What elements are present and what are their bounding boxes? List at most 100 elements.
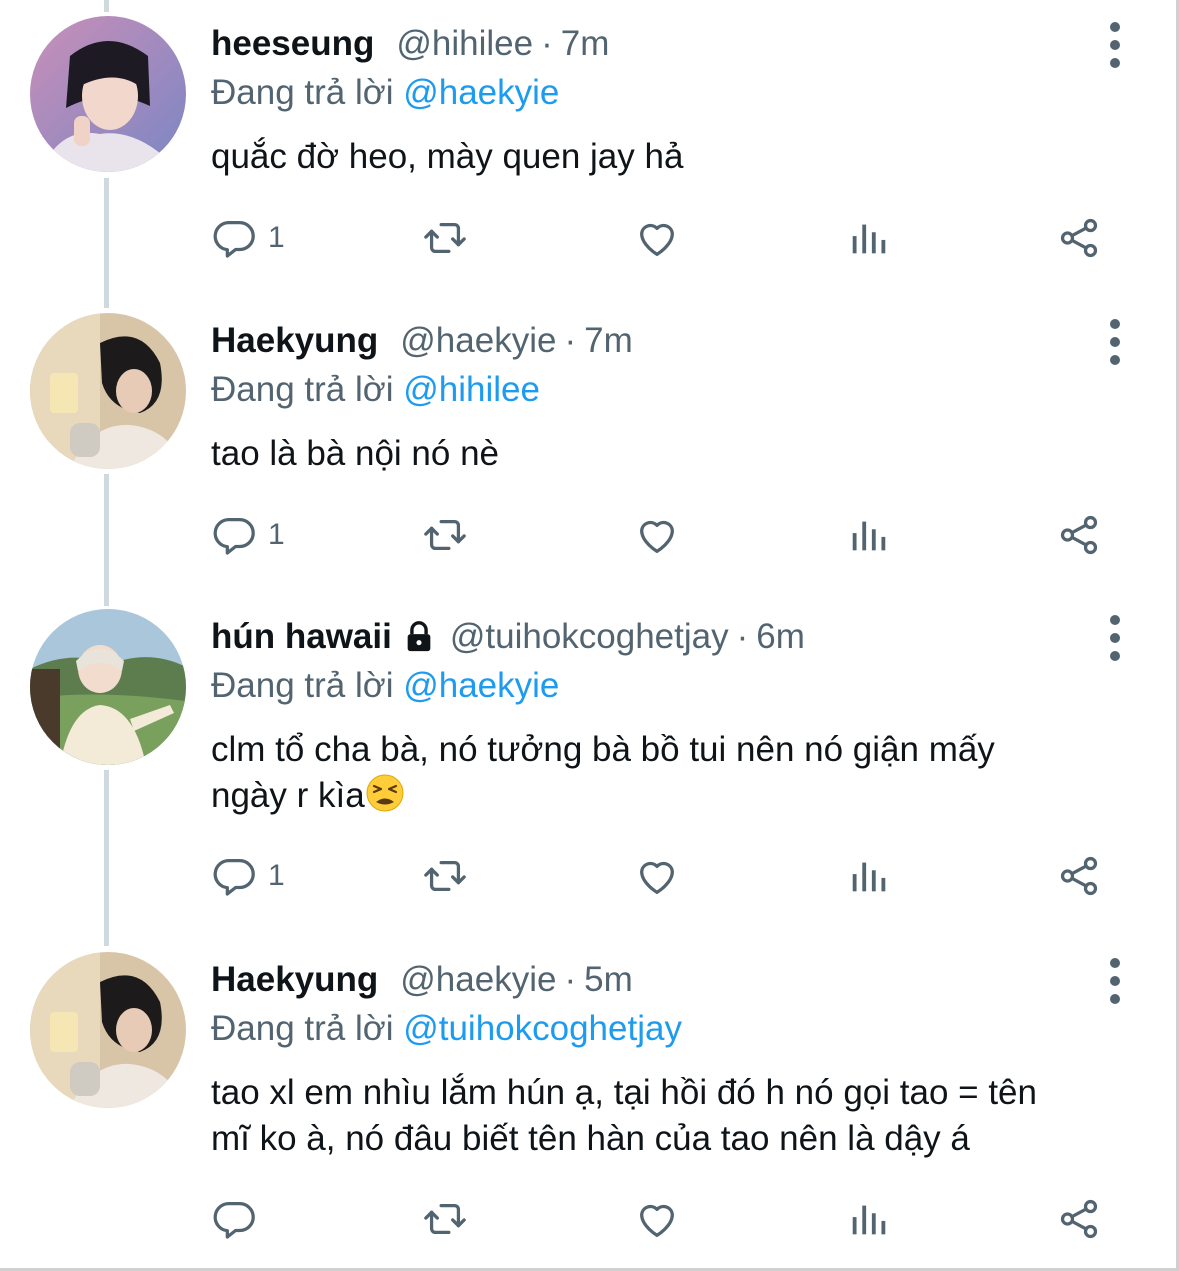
replying-to-label: Đang trả lời: [211, 370, 394, 409]
username[interactable]: @haekyie: [400, 960, 556, 1000]
tweet[interactable]: Haekyung @haekyie · 5m Đang trả lời @tui…: [0, 936, 1179, 1271]
tweet-actions: 1: [0, 846, 1179, 906]
views-icon: [846, 512, 892, 558]
timestamp[interactable]: 7m: [584, 321, 633, 361]
replying-to-label: Đang trả lời: [211, 73, 394, 112]
separator-dot: ·: [541, 24, 553, 63]
reply-icon: [212, 215, 258, 261]
like-icon: [634, 1196, 680, 1242]
more-icon[interactable]: [1100, 22, 1130, 68]
username[interactable]: @haekyie: [400, 321, 556, 361]
reply-icon: [212, 512, 258, 558]
timestamp[interactable]: 6m: [756, 617, 805, 657]
like-icon: [634, 215, 680, 261]
separator-dot: ·: [564, 321, 577, 360]
reply-icon: [212, 1196, 258, 1242]
avatar-haekyung[interactable]: [30, 952, 186, 1108]
views-button[interactable]: [846, 505, 892, 565]
separator-dot: ·: [564, 960, 577, 999]
reply-button[interactable]: 1: [212, 505, 285, 565]
mention-link[interactable]: @haekyie: [403, 666, 559, 705]
tweet-header: heeseung @hihilee · 7m: [211, 19, 609, 69]
tweet-text-line: clm tổ cha bà, nó tưởng bà bồ tui nên nó…: [211, 730, 995, 769]
tweet-actions: [0, 1189, 1179, 1249]
lock-icon: [407, 621, 431, 652]
share-button[interactable]: [1056, 846, 1102, 906]
reply-count: 1: [268, 221, 285, 254]
like-button[interactable]: [634, 846, 680, 906]
tweet-header: Haekyung @haekyie · 5m: [211, 955, 633, 1005]
retweet-button[interactable]: [422, 208, 468, 268]
reply-button[interactable]: [212, 1189, 268, 1249]
tweet-text-line: tao xl em nhìu lắm hún ạ, tại hồi đó h n…: [211, 1073, 1037, 1112]
tweet[interactable]: hún hawaii @tuihokcoghetjay · 6m Đang tr…: [0, 593, 1179, 938]
like-icon: [634, 512, 680, 558]
views-icon: [846, 853, 892, 899]
retweet-icon: [422, 215, 468, 261]
views-button[interactable]: [846, 208, 892, 268]
more-icon[interactable]: [1100, 319, 1130, 365]
reply-count: 1: [268, 518, 285, 551]
mention-link[interactable]: @haekyie: [403, 73, 559, 112]
like-button[interactable]: [634, 1189, 680, 1249]
tweet-text-line: mĩ ko à, nó đâu biết tên hàn của tao nên…: [211, 1119, 970, 1158]
tweet-header: hún hawaii @tuihokcoghetjay · 6m: [211, 612, 805, 662]
replying-to: Đang trả lời @tuihokcoghetjay: [211, 1009, 682, 1049]
share-button[interactable]: [1056, 208, 1102, 268]
tweet-header: Haekyung @haekyie · 7m: [211, 316, 633, 366]
tweet-text-fragment: ngày r kìa: [211, 776, 365, 815]
retweet-icon: [422, 853, 468, 899]
display-name[interactable]: Haekyung: [211, 321, 378, 361]
reply-button[interactable]: 1: [212, 208, 285, 268]
timestamp[interactable]: 5m: [584, 960, 633, 1000]
tweet-text-line: ngày r kìa: [211, 773, 1141, 819]
display-name[interactable]: heeseung: [211, 24, 374, 64]
reply-button[interactable]: 1: [212, 846, 285, 906]
views-icon: [846, 215, 892, 261]
share-button[interactable]: [1056, 1189, 1102, 1249]
views-icon: [846, 1196, 892, 1242]
share-icon: [1056, 853, 1102, 899]
reply-icon: [212, 853, 258, 899]
share-icon: [1056, 512, 1102, 558]
tweet[interactable]: Haekyung @haekyie · 7m Đang trả lời @hih…: [0, 297, 1179, 597]
avatar-haekyung[interactable]: [30, 313, 186, 469]
username[interactable]: @tuihokcoghetjay: [450, 617, 729, 657]
views-button[interactable]: [846, 846, 892, 906]
separator-dot: ·: [736, 617, 749, 656]
more-icon[interactable]: [1100, 615, 1130, 661]
share-icon: [1056, 215, 1102, 261]
tired-face-emoji: [366, 774, 404, 812]
share-button[interactable]: [1056, 505, 1102, 565]
tweet-text: clm tổ cha bà, nó tưởng bà bồ tui nên nó…: [211, 727, 1141, 819]
retweet-button[interactable]: [422, 846, 468, 906]
avatar-hun-hawaii[interactable]: [30, 609, 186, 765]
tweet-text: tao xl em nhìu lắm hún ạ, tại hồi đó h n…: [211, 1070, 1141, 1162]
tweet-actions: 1: [0, 505, 1179, 565]
replying-to-label: Đang trả lời: [211, 666, 394, 705]
replying-to: Đang trả lời @haekyie: [211, 666, 559, 706]
retweet-button[interactable]: [422, 505, 468, 565]
tweet-text: tao là bà nội nó nè: [211, 434, 500, 473]
display-name[interactable]: Haekyung: [211, 960, 378, 1000]
more-icon[interactable]: [1100, 958, 1130, 1004]
tweet-text: quắc đờ heo, mày quen jay hả: [211, 137, 684, 176]
avatar-heeseung[interactable]: [30, 16, 186, 172]
reply-count: 1: [268, 859, 285, 892]
replying-to: Đang trả lời @hihilee: [211, 370, 540, 410]
mention-link[interactable]: @tuihokcoghetjay: [403, 1009, 682, 1048]
share-icon: [1056, 1196, 1102, 1242]
username[interactable]: @hihilee: [396, 24, 533, 64]
replying-to: Đang trả lời @haekyie: [211, 73, 559, 113]
retweet-button[interactable]: [422, 1189, 468, 1249]
mention-link[interactable]: @hihilee: [403, 370, 540, 409]
timestamp[interactable]: 7m: [561, 24, 610, 64]
like-button[interactable]: [634, 208, 680, 268]
views-button[interactable]: [846, 1189, 892, 1249]
display-name[interactable]: hún hawaii: [211, 617, 392, 657]
tweet-actions: 1: [0, 208, 1179, 268]
like-button[interactable]: [634, 505, 680, 565]
tweet[interactable]: heeseung @hihilee · 7m Đang trả lời @hae…: [0, 0, 1179, 300]
retweet-icon: [422, 1196, 468, 1242]
like-icon: [634, 853, 680, 899]
